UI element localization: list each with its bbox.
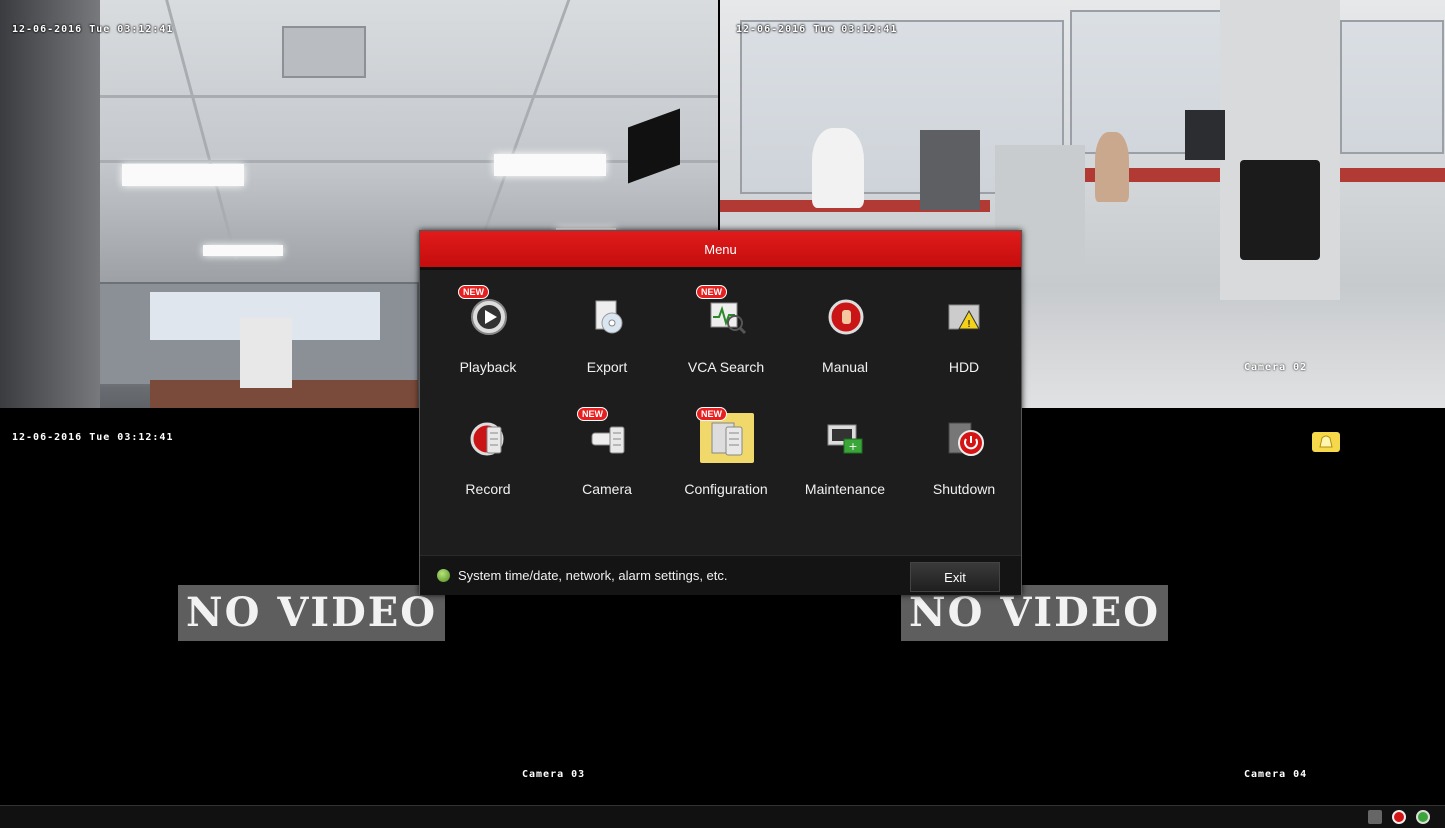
ceiling-light: [203, 245, 283, 256]
glass-partition: [1340, 20, 1444, 154]
camera-timestamp: 12-06-2016 Tue 03:12:41: [736, 24, 898, 35]
menu-item-camera[interactable]: NEW Camera: [549, 407, 665, 519]
ceiling-vent: [282, 26, 366, 78]
office-chair: [1240, 160, 1320, 260]
ceiling-grid-line: [472, 0, 571, 260]
svg-text:!: !: [967, 319, 971, 330]
ceiling-grid-line: [0, 95, 718, 98]
menu-item-label: VCA Search: [687, 359, 765, 375]
menu-item-label: Maintenance: [804, 481, 886, 497]
computer-tower: [920, 130, 980, 210]
shutdown-icon: [945, 419, 985, 459]
camera-timestamp: 12-06-2016 Tue 03:12:41: [12, 24, 174, 35]
camera-name: Camera 03: [522, 769, 586, 780]
status-bar: [0, 805, 1445, 828]
menu-item-label: Manual: [822, 359, 868, 375]
info-icon: [437, 569, 450, 582]
menu-item-label: Record: [465, 481, 511, 497]
menu-item-export[interactable]: Export: [549, 287, 665, 397]
ceiling-light: [122, 164, 244, 186]
camera-icon: [588, 419, 628, 459]
menu-title: Menu: [420, 231, 1021, 270]
poster: [240, 318, 292, 388]
menu-item-label: Export: [586, 359, 628, 375]
new-badge: NEW: [696, 407, 727, 421]
new-badge: NEW: [577, 407, 608, 421]
ceiling-light: [494, 154, 606, 176]
new-badge: NEW: [458, 285, 489, 299]
menu-item-shutdown[interactable]: Shutdown: [906, 409, 1022, 519]
menu-footer: System time/date, network, alarm setting…: [420, 555, 1021, 595]
display-mode-icon[interactable]: [1368, 810, 1382, 824]
vca-search-icon: [707, 297, 747, 337]
menu-item-configuration[interactable]: NEW Configuration: [668, 407, 784, 519]
exit-button[interactable]: Exit: [910, 562, 1000, 592]
ceiling-grid-line: [165, 0, 238, 260]
record-icon: [469, 419, 509, 459]
menu-item-hdd[interactable]: ! HDD: [906, 287, 1022, 397]
menu-item-label: HDD: [948, 359, 980, 375]
camera-timestamp: 12-06-2016 Tue 03:12:41: [12, 432, 174, 443]
playback-icon: [469, 297, 509, 337]
ceiling-grid-line: [0, 160, 718, 163]
maintenance-icon: +: [826, 419, 866, 459]
main-menu-dialog: Menu NEW Playback Export NEW VCA Search: [419, 230, 1022, 595]
menu-item-maintenance[interactable]: + Maintenance: [787, 409, 903, 519]
no-video-label: NO VIDEO: [178, 585, 446, 641]
person-seated: [812, 128, 864, 208]
wall-monitor: [628, 108, 680, 184]
manual-record-icon: [826, 297, 866, 337]
camera-name: Camera 02: [1244, 362, 1308, 373]
person-seated: [1095, 132, 1129, 202]
menu-item-vca-search[interactable]: NEW VCA Search: [668, 285, 784, 397]
menu-item-label: Playback: [459, 359, 517, 375]
wall-column: [0, 0, 100, 408]
network-status-icon[interactable]: [1416, 810, 1430, 824]
record-status-icon[interactable]: [1392, 810, 1406, 824]
camera-name: Camera 04: [1244, 769, 1308, 780]
svg-text:+: +: [848, 440, 857, 453]
menu-hint-text: System time/date, network, alarm setting…: [458, 568, 728, 583]
menu-item-record[interactable]: Record: [430, 409, 546, 519]
menu-item-playback[interactable]: NEW Playback: [430, 285, 546, 397]
alarm-bell-icon[interactable]: [1312, 432, 1340, 452]
menu-item-label: Configuration: [684, 481, 768, 497]
menu-item-label: Camera: [582, 481, 632, 497]
menu-item-manual[interactable]: Manual: [787, 287, 903, 397]
new-badge: NEW: [696, 285, 727, 299]
hdd-icon: !: [945, 297, 985, 337]
computer-monitor: [1185, 110, 1225, 160]
menu-item-label: Shutdown: [932, 481, 996, 497]
export-icon: [588, 297, 628, 337]
